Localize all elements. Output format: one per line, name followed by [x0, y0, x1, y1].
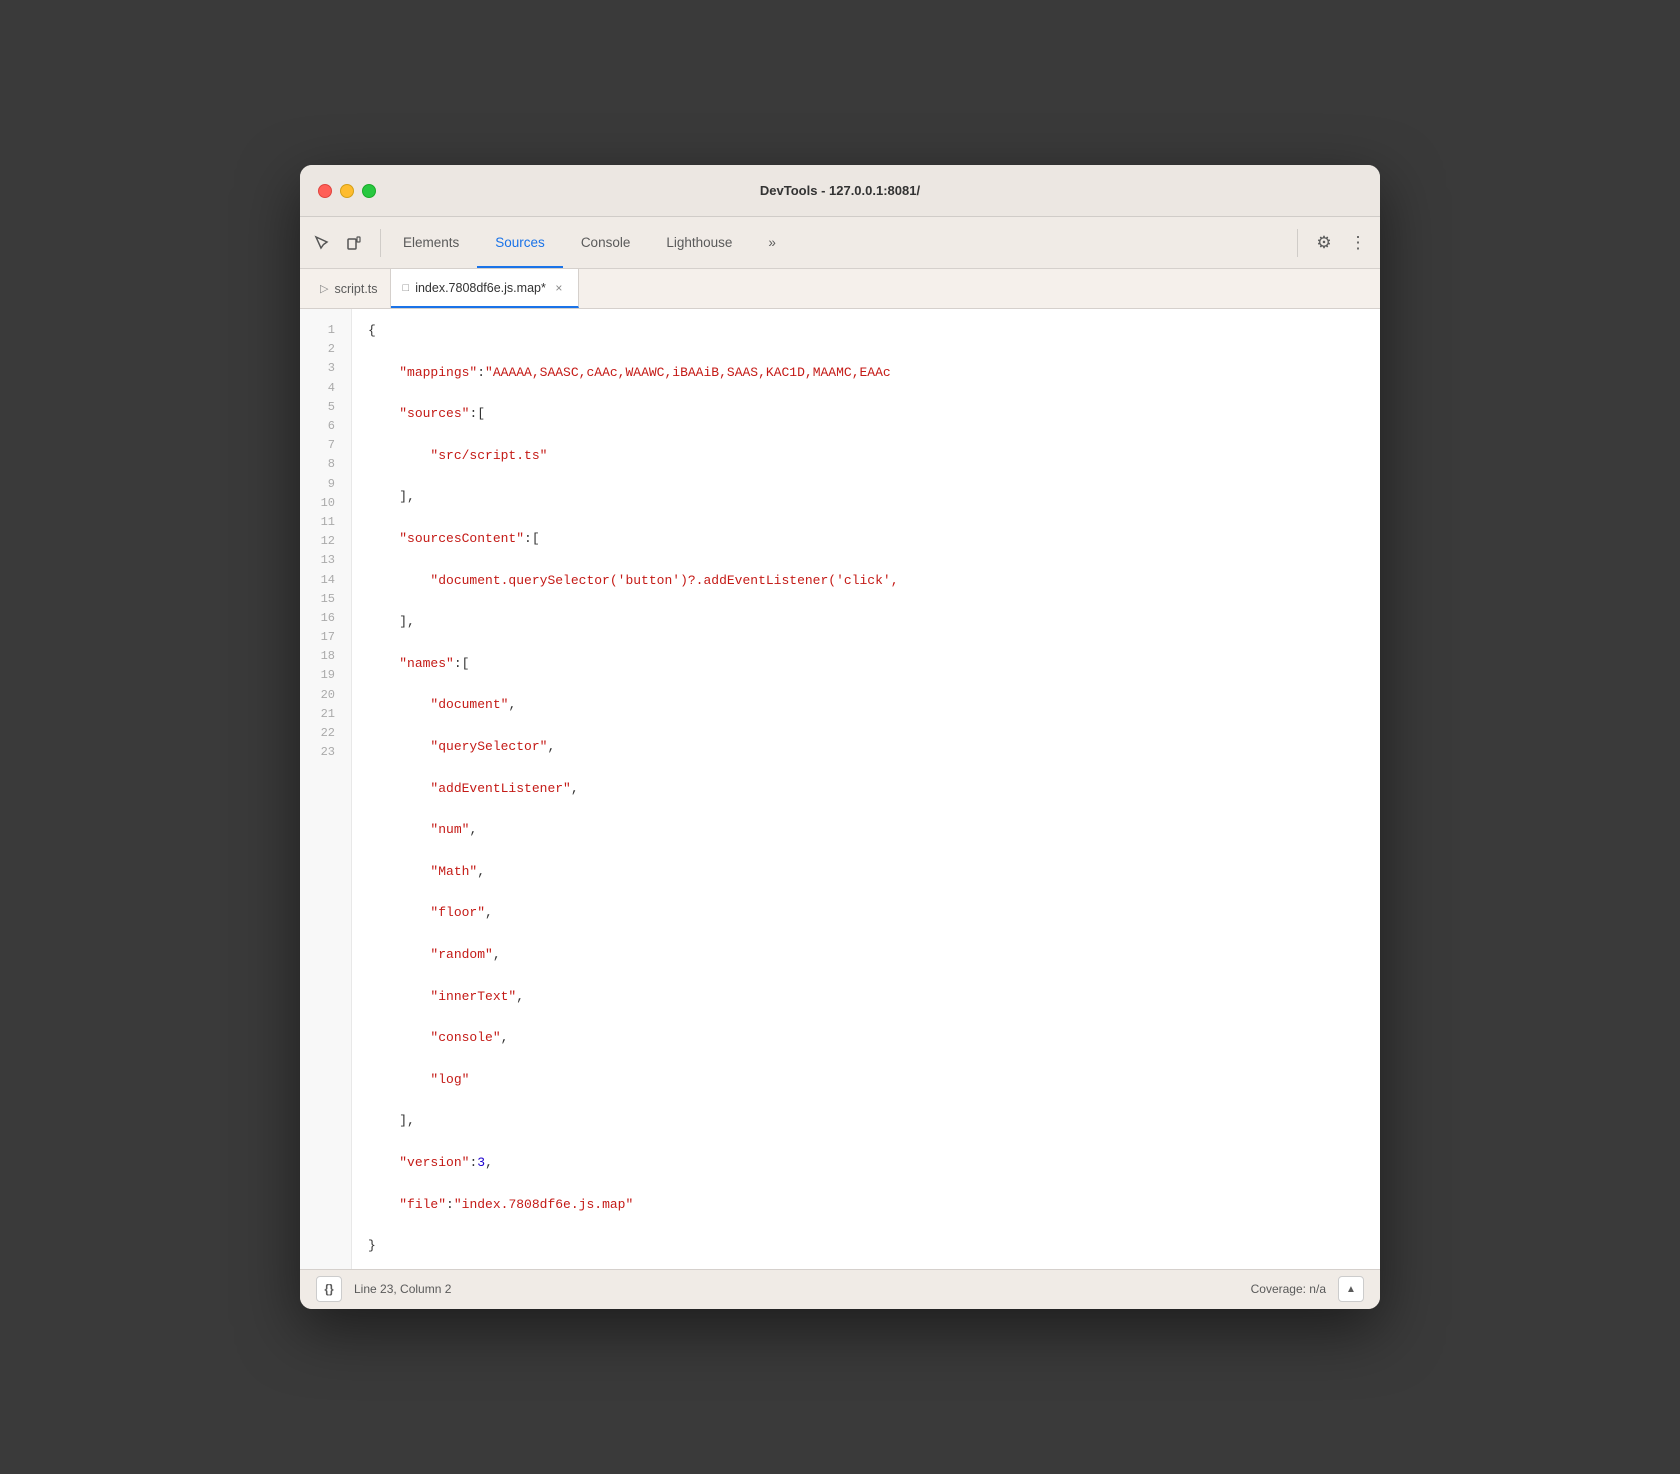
code-line-15: "floor",	[368, 903, 1364, 924]
code-line-16: "random",	[368, 945, 1364, 966]
code-line-21: "version":3,	[368, 1153, 1364, 1174]
devtools-window: DevTools - 127.0.0.1:8081/ Elements Sour	[300, 165, 1380, 1309]
window-title: DevTools - 127.0.0.1:8081/	[760, 183, 920, 198]
code-line-1: {	[368, 321, 1364, 342]
file-tab-script-ts[interactable]: ▷ script.ts	[308, 269, 391, 308]
status-right: Coverage: n/a ▲	[1251, 1276, 1364, 1302]
inspect-element-button[interactable]	[308, 229, 336, 257]
code-line-6: "sourcesContent":[	[368, 529, 1364, 550]
code-line-10: "document",	[368, 695, 1364, 716]
devtools-toolbar: Elements Sources Console Lighthouse » ⚙ …	[300, 217, 1380, 269]
tab-more[interactable]: »	[750, 217, 794, 268]
code-line-22: "file":"index.7808df6e.js.map"	[368, 1195, 1364, 1216]
code-line-13: "num",	[368, 820, 1364, 841]
tab-elements[interactable]: Elements	[385, 217, 477, 268]
tab-list: Elements Sources Console Lighthouse »	[385, 217, 1297, 268]
code-line-12: "addEventListener",	[368, 779, 1364, 800]
code-line-17: "innerText",	[368, 987, 1364, 1008]
tab-sources[interactable]: Sources	[477, 217, 563, 268]
code-line-7: "document.querySelector('button')?.addEv…	[368, 571, 1364, 592]
toolbar-icons	[308, 229, 381, 257]
status-bar: {} Line 23, Column 2 Coverage: n/a ▲	[300, 1269, 1380, 1309]
close-tab-button[interactable]: ×	[552, 281, 566, 295]
code-line-11: "querySelector",	[368, 737, 1364, 758]
traffic-lights	[318, 184, 376, 198]
line-numbers: 1 2 3 4 5 6 7 8 9 10 11 12 13 14 15 16 1…	[300, 309, 352, 1269]
code-editor: 1 2 3 4 5 6 7 8 9 10 11 12 13 14 15 16 1…	[300, 309, 1380, 1269]
settings-button[interactable]: ⚙	[1310, 229, 1338, 257]
code-line-14: "Math",	[368, 862, 1364, 883]
code-line-19: "log"	[368, 1070, 1364, 1091]
coverage-label: Coverage: n/a	[1251, 1282, 1326, 1296]
cursor-position: Line 23, Column 2	[354, 1282, 451, 1296]
tab-console[interactable]: Console	[563, 217, 649, 268]
coverage-icon: ▲	[1346, 1284, 1356, 1295]
code-line-20: ],	[368, 1111, 1364, 1132]
code-line-4: "src/script.ts"	[368, 446, 1364, 467]
code-line-8: ],	[368, 612, 1364, 633]
code-content[interactable]: { "mappings":"AAAAA,SAASC,cAAc,WAAWC,iBA…	[352, 309, 1380, 1269]
code-line-2: "mappings":"AAAAA,SAASC,cAAc,WAAWC,iBAAi…	[368, 363, 1364, 384]
file-tabs: ▷ script.ts □ index.7808df6e.js.map* ×	[300, 269, 1380, 309]
code-line-18: "console",	[368, 1028, 1364, 1049]
maximize-button[interactable]	[362, 184, 376, 198]
title-bar: DevTools - 127.0.0.1:8081/	[300, 165, 1380, 217]
code-line-9: "names":[	[368, 654, 1364, 675]
code-line-23: }	[368, 1236, 1364, 1257]
more-options-button[interactable]: ⋮	[1344, 229, 1372, 257]
file-icon: □	[403, 282, 410, 294]
device-toolbar-button[interactable]	[340, 229, 368, 257]
code-line-3: "sources":[	[368, 404, 1364, 425]
minimize-button[interactable]	[340, 184, 354, 198]
tab-lighthouse[interactable]: Lighthouse	[648, 217, 750, 268]
toolbar-right: ⚙ ⋮	[1297, 229, 1372, 257]
status-left: {} Line 23, Column 2	[316, 1276, 451, 1302]
play-icon: ▷	[320, 282, 328, 295]
coverage-button[interactable]: ▲	[1338, 1276, 1364, 1302]
code-line-5: ],	[368, 487, 1364, 508]
format-button[interactable]: {}	[316, 1276, 342, 1302]
file-tab-index-map[interactable]: □ index.7808df6e.js.map* ×	[391, 269, 579, 308]
close-button[interactable]	[318, 184, 332, 198]
